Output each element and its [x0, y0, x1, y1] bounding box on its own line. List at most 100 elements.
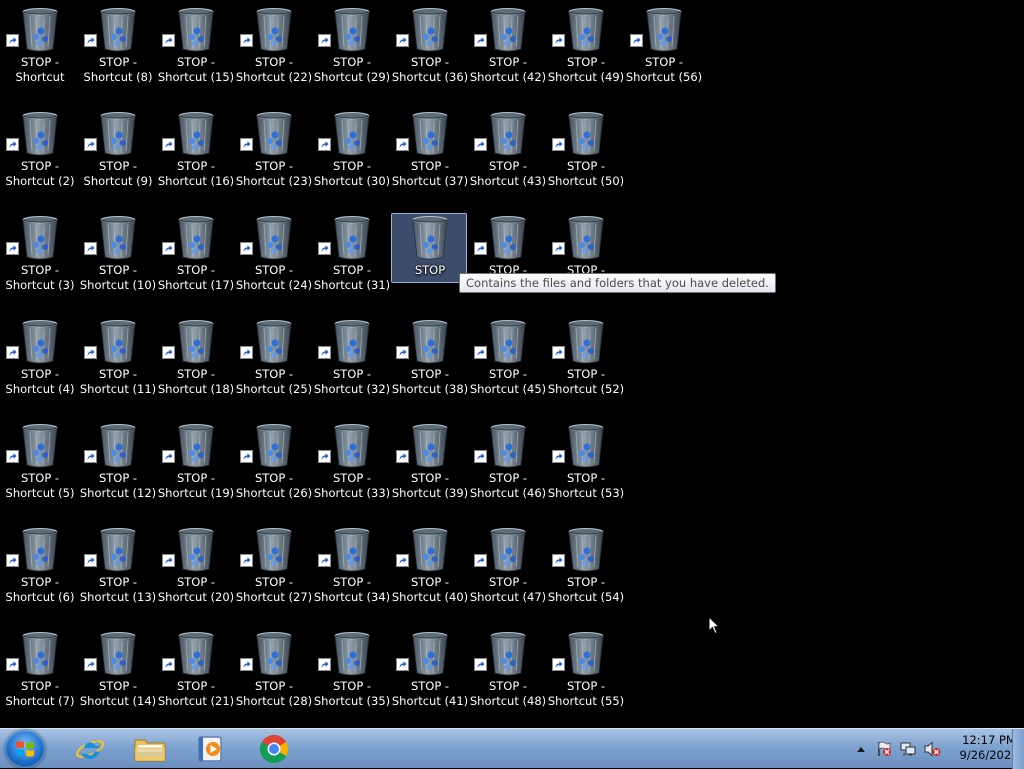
desktop-icon-shortcut[interactable]: STOP - Shortcut (49) [547, 5, 624, 84]
desktop-icon-stop[interactable]: STOP [391, 213, 467, 283]
shortcut-arrow-icon [240, 450, 253, 463]
recycle-bin-icon [568, 528, 604, 572]
desktop-icon-shortcut[interactable]: STOP - Shortcut (10) [79, 213, 156, 292]
desktop-icon-shortcut[interactable]: STOP - Shortcut (52) [547, 317, 624, 396]
taskbar: 12:17 PM 9/26/2023 [0, 728, 1024, 769]
taskbar-windows-explorer[interactable] [122, 731, 178, 767]
desktop-icon-shortcut[interactable]: STOP - Shortcut (6) [1, 525, 77, 604]
desktop-icon-shortcut[interactable]: STOP - Shortcut (26) [235, 421, 312, 500]
desktop-icon-shortcut[interactable]: STOP - Shortcut (36) [391, 5, 468, 84]
desktop-icon-label: STOP - Shortcut (54) [540, 575, 632, 605]
recycle-bin-icon [178, 528, 214, 572]
desktop-icon-shortcut[interactable]: STOP - Shortcut (15) [157, 5, 234, 84]
taskbar-chrome[interactable] [246, 731, 302, 767]
network-icon[interactable] [900, 741, 916, 757]
shortcut-arrow-icon [474, 554, 487, 567]
shortcut-arrow-icon [552, 34, 565, 47]
recycle-bin-icon [490, 216, 526, 260]
desktop-icon-shortcut[interactable]: STOP - Shortcut (2) [1, 109, 77, 188]
show-desktop-button[interactable] [1012, 729, 1024, 769]
desktop-icon-shortcut[interactable]: STOP - Shortcut (34) [313, 525, 390, 604]
recycle-bin-icon [178, 216, 214, 260]
desktop-icon-shortcut[interactable]: STOP - Shortcut (56) [625, 5, 702, 84]
desktop-icon-shortcut[interactable]: STOP - Shortcut (13) [79, 525, 156, 604]
desktop-icon-shortcut[interactable]: STOP - Shortcut (35) [313, 629, 390, 708]
recycle-bin-icon [256, 320, 292, 364]
desktop-icon-shortcut[interactable]: STOP - Shortcut (32) [313, 317, 390, 396]
label-line-2: Shortcut (52) [547, 382, 625, 396]
desktop-icon-shortcut[interactable]: STOP - Shortcut (23) [235, 109, 312, 188]
desktop-icon-shortcut[interactable]: STOP - Shortcut (9) [79, 109, 155, 188]
desktop-icon-shortcut[interactable]: STOP - Shortcut (3) [1, 213, 77, 292]
desktop-icon-label: STOP - Shortcut (53) [540, 471, 632, 501]
desktop-icon-shortcut[interactable]: STOP - Shortcut (45) [469, 317, 546, 396]
desktop-icon-shortcut[interactable]: STOP - Shortcut (28) [235, 629, 312, 708]
desktop-icon-shortcut[interactable]: STOP - Shortcut (46) [469, 421, 546, 500]
desktop-icon-shortcut[interactable]: STOP - Shortcut (12) [79, 421, 156, 500]
shortcut-arrow-icon [630, 34, 643, 47]
desktop-icon-shortcut[interactable]: STOP - Shortcut (17) [157, 213, 234, 292]
shortcut-arrow-icon [84, 138, 97, 151]
recycle-bin-icon [100, 528, 136, 572]
desktop-icon-shortcut[interactable]: STOP - Shortcut (25) [235, 317, 312, 396]
desktop-icon-shortcut[interactable]: STOP - Shortcut [1, 5, 77, 84]
shortcut-arrow-icon [552, 554, 565, 567]
recycle-bin-icon [568, 424, 604, 468]
desktop-icon-shortcut[interactable]: STOP - Shortcut (37) [391, 109, 468, 188]
desktop-icon-shortcut[interactable]: STOP - Shortcut (55) [547, 629, 624, 708]
show-hidden-icons-chevron[interactable] [856, 745, 866, 753]
recycle-bin-icon [568, 216, 604, 260]
desktop-icon-shortcut[interactable]: STOP - Shortcut (11) [79, 317, 156, 396]
system-tray: 12:17 PM 9/26/2023 [834, 729, 1024, 769]
desktop-icon-shortcut[interactable]: STOP - Shortcut (18) [157, 317, 234, 396]
desktop-icon-shortcut[interactable]: STOP - Shortcut (41) [391, 629, 468, 708]
shortcut-arrow-icon [162, 450, 175, 463]
desktop-icon-shortcut[interactable]: STOP - Shortcut (54) [547, 525, 624, 604]
shortcut-arrow-icon [318, 554, 331, 567]
desktop-icon-shortcut[interactable]: STOP - Shortcut (31) [313, 213, 390, 292]
desktop-icon-shortcut[interactable]: STOP - Shortcut (38) [391, 317, 468, 396]
shortcut-arrow-icon [240, 242, 253, 255]
desktop[interactable]: STOP - Shortcut STOP - Shortcut (2) STOP - Sh… [0, 0, 1024, 728]
desktop-icon-shortcut[interactable]: STOP - Shortcut (20) [157, 525, 234, 604]
desktop-icon-shortcut[interactable]: STOP - Shortcut (47) [469, 525, 546, 604]
desktop-icon-shortcut[interactable]: STOP - Shortcut (16) [157, 109, 234, 188]
desktop-icon-shortcut[interactable]: STOP - Shortcut (14) [79, 629, 156, 708]
desktop-icon-shortcut[interactable]: STOP - Shortcut (50) [547, 109, 624, 188]
desktop-icon-shortcut[interactable]: STOP - Shortcut (5) [1, 421, 77, 500]
desktop-icon-shortcut[interactable]: STOP - Shortcut (40) [391, 525, 468, 604]
label-line-1: STOP - [566, 367, 606, 381]
shortcut-arrow-icon [396, 346, 409, 359]
desktop-icon-shortcut[interactable]: STOP - Shortcut (8) [79, 5, 155, 84]
shortcut-arrow-icon [474, 242, 487, 255]
volume-muted-icon[interactable] [924, 741, 941, 757]
start-button[interactable] [5, 730, 45, 768]
desktop-icon-shortcut[interactable]: STOP - Shortcut (33) [313, 421, 390, 500]
desktop-icon-shortcut[interactable]: STOP - Shortcut (4) [1, 317, 77, 396]
recycle-bin-icon [100, 112, 136, 156]
action-center-flag-icon[interactable] [876, 741, 892, 757]
shortcut-arrow-icon [474, 658, 487, 671]
desktop-icon-label: STOP - Shortcut (55) [540, 679, 632, 709]
shortcut-arrow-icon [474, 138, 487, 151]
desktop-icon-shortcut[interactable]: STOP - Shortcut (42) [469, 5, 546, 84]
recycle-bin-icon [334, 424, 370, 468]
desktop-icon-shortcut[interactable]: STOP - Shortcut (22) [235, 5, 312, 84]
desktop-icon-shortcut[interactable]: STOP - Shortcut (53) [547, 421, 624, 500]
desktop-icon-shortcut[interactable]: STOP - Shortcut (19) [157, 421, 234, 500]
desktop-icon-shortcut[interactable]: STOP - Shortcut (30) [313, 109, 390, 188]
desktop-icon-shortcut[interactable]: STOP - Shortcut (39) [391, 421, 468, 500]
desktop-icon-shortcut[interactable]: STOP - Shortcut (7) [1, 629, 77, 708]
desktop-icon-shortcut[interactable]: STOP - Shortcut (27) [235, 525, 312, 604]
desktop-icon-shortcut[interactable]: STOP - Shortcut (29) [313, 5, 390, 84]
desktop-icon-shortcut[interactable]: STOP - Shortcut (43) [469, 109, 546, 188]
desktop-icon-shortcut[interactable]: STOP - Shortcut (21) [157, 629, 234, 708]
taskbar-media-player[interactable] [183, 731, 239, 767]
recycle-bin-icon [490, 112, 526, 156]
desktop-icon-shortcut[interactable]: STOP - Shortcut (48) [469, 629, 546, 708]
recycle-bin-icon [334, 528, 370, 572]
shortcut-arrow-icon [318, 34, 331, 47]
desktop-icon-shortcut[interactable]: STOP - Shortcut (24) [235, 213, 312, 292]
label-line-1: STOP - [566, 575, 606, 589]
taskbar-internet-explorer[interactable] [62, 731, 118, 767]
